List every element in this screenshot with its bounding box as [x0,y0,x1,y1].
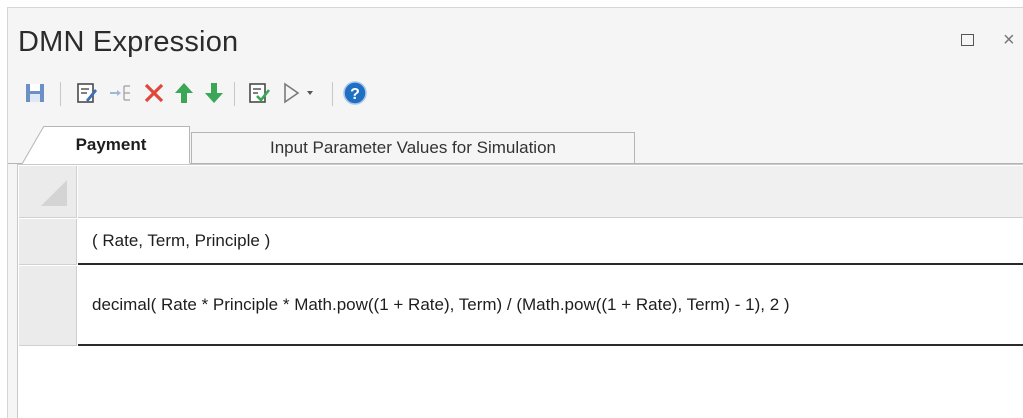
parameters-cell[interactable]: ( Rate, Term, Principle ) [78,219,1023,265]
expression-grid: ( Rate, Term, Principle ) decimal( Rate … [17,164,1023,418]
dmn-expression-window: DMN Expression × ? Input Parameter Value… [7,7,1023,418]
close-icon[interactable]: × [1003,30,1017,50]
arrow-up-icon[interactable] [169,78,199,108]
tab-payment[interactable]: Payment [22,126,190,164]
tab-label: Input Parameter Values for Simulation [270,138,556,157]
validate-icon[interactable] [244,78,274,108]
row-header[interactable] [19,219,77,265]
tab-input-parameter-values[interactable]: Input Parameter Values for Simulation [191,132,635,164]
tab-strip: Input Parameter Values for Simulation Pa… [8,120,1023,164]
arrow-down-icon[interactable] [199,78,229,108]
restore-icon[interactable] [961,34,974,46]
edit-icon[interactable] [72,78,102,108]
grid-corner[interactable] [19,166,77,218]
expression-cell[interactable]: decimal( Rate * Principle * Math.pow((1 … [78,266,1023,346]
svg-text:?: ? [350,86,360,103]
grid-header[interactable] [78,166,1023,218]
row-header[interactable] [19,266,77,346]
title-bar: DMN Expression × [8,8,1023,70]
dropdown-icon[interactable] [300,78,320,108]
tab-label: Payment [75,135,147,154]
save-icon[interactable] [20,78,50,108]
toolbar: ? [8,76,1023,112]
help-icon[interactable]: ? [340,78,370,108]
window-title: DMN Expression [18,26,239,58]
tab-slant-decoration [21,126,45,164]
delete-icon[interactable] [139,78,169,108]
insert-icon[interactable] [106,78,136,108]
